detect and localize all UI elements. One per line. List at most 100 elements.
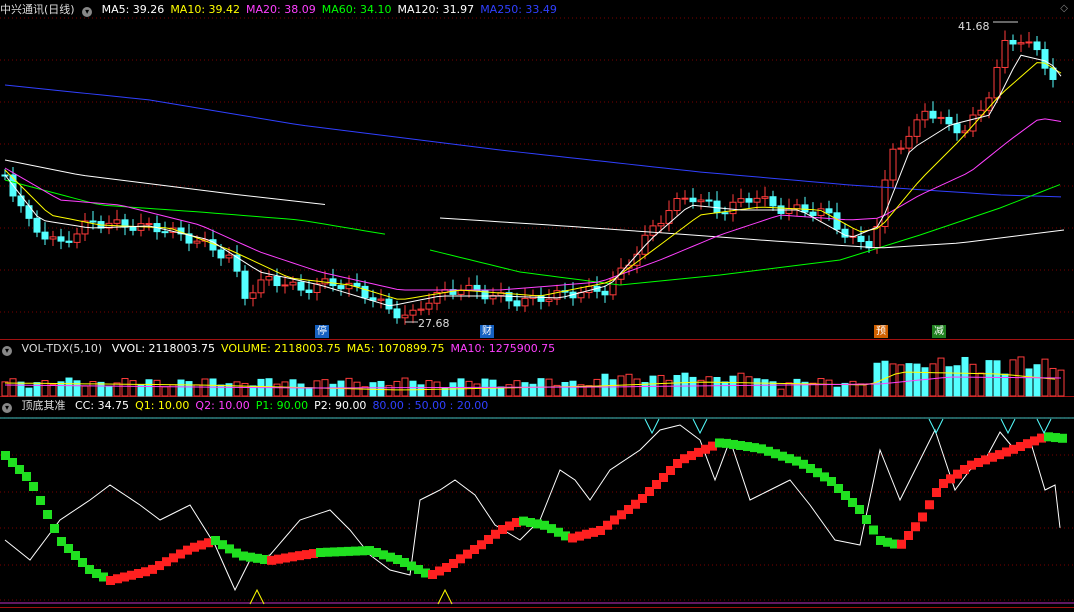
volume-bar <box>889 363 897 397</box>
candle-body <box>681 197 689 200</box>
candle-body <box>337 285 345 290</box>
volume-bar <box>769 381 777 397</box>
candle-body <box>457 290 465 295</box>
volume-bar <box>377 380 385 397</box>
candle-body <box>697 199 705 203</box>
candle-body <box>289 281 297 286</box>
candle-body <box>249 292 257 299</box>
candle-body <box>257 279 265 294</box>
candle-body <box>401 314 409 319</box>
ma120-line <box>4 159 326 205</box>
event-tag-reduce[interactable]: 减 <box>932 325 946 338</box>
ma-labels: MA5: 39.26 MA10: 39.42 MA20: 38.09 MA60: 34… <box>102 3 563 16</box>
trend-block-red <box>925 500 934 510</box>
volume-bar <box>401 377 409 397</box>
volume-bar <box>233 381 241 397</box>
volume-bar <box>81 385 89 397</box>
volume-bar <box>33 382 41 397</box>
volume-bar <box>929 363 937 397</box>
volume-bar <box>1 381 9 397</box>
volume-bar <box>721 381 729 397</box>
candle-body <box>273 276 281 287</box>
volume-bar <box>345 377 353 397</box>
volume-bar <box>833 386 841 397</box>
candle-body <box>113 219 121 224</box>
candle-body <box>241 270 249 299</box>
candle-body <box>161 231 169 234</box>
dropdown-icon[interactable]: ▾ <box>82 7 93 17</box>
event-tag-finance[interactable]: 财 <box>480 325 494 338</box>
volume-bar <box>729 375 737 397</box>
candle-body <box>513 300 521 307</box>
candle-body <box>721 212 729 215</box>
stock-title[interactable]: 中兴通讯(日线) <box>0 3 75 16</box>
ma-label: MA20: 38.09 <box>246 3 316 16</box>
volume-bar <box>793 378 801 397</box>
volume-bar <box>657 374 665 397</box>
volume-bar <box>305 387 313 397</box>
candle-body <box>89 220 97 223</box>
volume-bar <box>857 383 865 397</box>
trend-block-green <box>1058 433 1067 443</box>
top-signal-icon <box>644 418 660 435</box>
trend-block-red <box>904 531 913 540</box>
candle-body <box>753 197 761 203</box>
candle-body <box>801 204 809 213</box>
dropdown-icon[interactable]: ▾ <box>2 403 12 413</box>
volume-bar <box>105 385 113 397</box>
volume-bar <box>849 380 857 397</box>
volume-bar <box>161 386 169 397</box>
candle-body <box>353 282 361 287</box>
volume-bar <box>385 385 393 397</box>
candle-body <box>993 66 1001 99</box>
ma-label: MA250: 33.49 <box>480 3 557 16</box>
ma10-line <box>4 62 1062 300</box>
indicator-label: 80.00 : 50.00 : 20.00 <box>372 399 489 412</box>
candle-body <box>1017 42 1025 45</box>
ma20-line <box>4 118 1062 291</box>
ma-label: MA60: 34.10 <box>321 3 392 16</box>
volume-bar <box>113 382 121 397</box>
dropdown-icon[interactable]: ▾ <box>2 346 12 356</box>
candle-body <box>705 199 713 202</box>
trend-block-green <box>22 472 31 481</box>
candle-body <box>17 195 25 207</box>
event-tag-forecast[interactable]: 预 <box>874 325 888 338</box>
volume-bar <box>513 380 521 397</box>
candle-body <box>225 254 233 259</box>
bottom-signal-icon <box>249 588 265 605</box>
volume-bar <box>825 379 833 397</box>
candle-body <box>1025 41 1033 44</box>
ma60-line-segment-1 <box>4 179 386 235</box>
candle-body <box>129 226 137 231</box>
candle-body <box>897 147 905 150</box>
indicator-panel-legend: ▾ 顶底其准 CC: 34.75 Q1: 10.00 Q2: 10.00 P1: 90… <box>0 398 500 414</box>
candle-body <box>537 294 545 302</box>
indicator-label: CC: 34.75 <box>75 399 130 412</box>
volume-bar <box>281 381 289 397</box>
top-signal-icon <box>692 418 708 435</box>
volume-bar <box>737 372 745 397</box>
volume-panel-legend: ▾ VOL-TDX(5,10) VVOL: 2118003.75 VOLUME: … <box>0 341 567 357</box>
candle-body <box>1001 39 1009 68</box>
volume-bar <box>417 384 425 397</box>
volume-bar <box>609 379 617 397</box>
volume-title[interactable]: VOL-TDX(5,10) <box>22 342 103 355</box>
volume-bar <box>905 363 913 397</box>
event-tag-halt[interactable]: 停 <box>315 325 329 338</box>
indicator-title[interactable]: 顶底其准 <box>22 399 66 412</box>
indicator-label: P2: 90.00 <box>314 399 367 412</box>
candle-body <box>785 208 793 214</box>
volume-bar <box>1033 364 1041 397</box>
candle-body <box>1033 41 1041 51</box>
candle-body <box>945 116 953 125</box>
volume-bar <box>1025 368 1033 397</box>
ma-label: MA5: 39.26 <box>101 3 165 16</box>
candle-body <box>729 201 737 215</box>
candle-body <box>57 236 65 242</box>
stock-chart-canvas[interactable] <box>0 0 1074 612</box>
candle-body <box>769 196 777 207</box>
volume-bar <box>145 379 153 397</box>
trend-block-green <box>855 505 864 514</box>
volume-bar <box>873 362 881 397</box>
